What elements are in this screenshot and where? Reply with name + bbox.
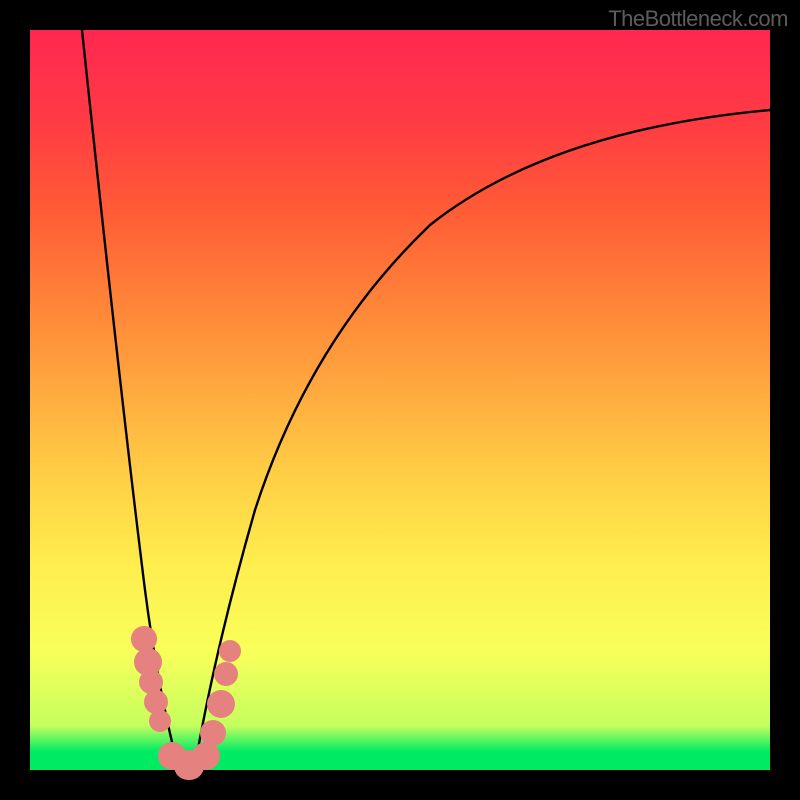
data-marker [219,640,241,662]
chart-frame: TheBottleneck.com [0,0,800,800]
data-marker [192,742,220,770]
data-marker [214,662,238,686]
watermark-text: TheBottleneck.com [608,6,788,32]
data-marker [200,720,226,746]
data-marker [207,690,235,718]
plot-area [30,30,770,770]
data-marker [149,710,171,732]
curve-right-branch [195,110,770,766]
curve-left-branch [82,30,178,766]
